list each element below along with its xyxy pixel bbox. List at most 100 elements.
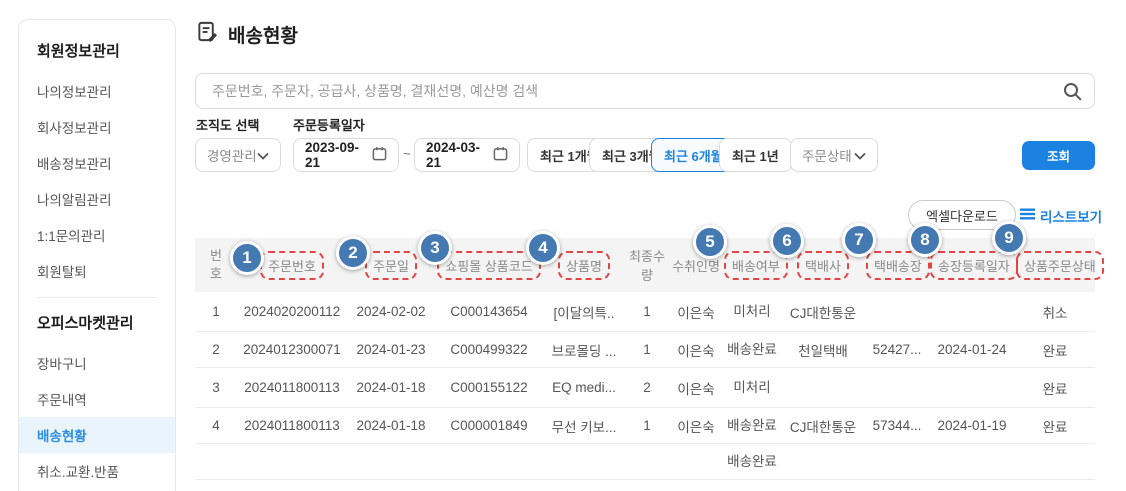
- cell-qty: 1: [625, 292, 669, 332]
- cell-tracking: 52427...: [865, 332, 929, 368]
- sidebar-item-order-history[interactable]: 주문내역: [19, 381, 175, 417]
- cell-product-code: C000143654: [435, 292, 543, 332]
- memo-icon: [196, 20, 219, 48]
- cell-tracking: [865, 444, 929, 480]
- cell-recipient: [669, 444, 723, 480]
- cell-invoice-date: 2024-01-24: [929, 332, 1015, 368]
- cell-product-code: C000001849: [435, 408, 543, 444]
- cell-no: 4: [195, 408, 237, 444]
- orders-table: 번호 주문번호 주문일 쇼핑몰 상품코드 상품명 최종수량 수취인명 배송여부 …: [195, 238, 1095, 480]
- cell-delivery-status: 미처리: [723, 292, 781, 332]
- cell-tracking: 57344...: [865, 408, 929, 444]
- sidebar-item-my-alerts[interactable]: 나의알림관리: [19, 181, 175, 217]
- cell-order-status: 완료: [1015, 408, 1095, 444]
- cell-qty: 2: [625, 368, 669, 408]
- sidebar-item-withdraw[interactable]: 회원탈퇴: [19, 253, 175, 289]
- annotation-badge-7: 7: [842, 223, 876, 257]
- date-to-value: 2024-03-21: [426, 140, 493, 170]
- table-row[interactable]: 4 2024011800113 2024-01-18 C000001849 무선…: [195, 408, 1095, 444]
- cell-courier: 천일택배: [781, 332, 865, 368]
- annotation-badge-6: 6: [770, 224, 804, 258]
- chevron-down-icon: [257, 148, 269, 163]
- cell-no: 2: [195, 332, 237, 368]
- sidebar-section-member-info: 회원정보관리: [19, 40, 175, 61]
- search-submit-button[interactable]: 조회: [1022, 141, 1095, 170]
- annotation-badge-4: 4: [526, 231, 560, 265]
- cell-order-date: 2024-01-18: [347, 368, 435, 408]
- cell-product-name: [이달의특..: [543, 292, 625, 332]
- sidebar-section-office-market: 오피스마켓관리: [19, 312, 175, 333]
- sidebar-item-my-info[interactable]: 나의정보관리: [19, 73, 175, 109]
- cell-order-status: [1015, 444, 1095, 480]
- cell-order-number: 2024012300071: [237, 332, 347, 368]
- cell-order-status: 완료: [1015, 368, 1095, 408]
- table-row[interactable]: 3 2024011800113 2024-01-18 C000155122 EQ…: [195, 368, 1095, 408]
- order-status-value: 주문상태: [802, 145, 852, 165]
- cell-order-date: 2024-01-18: [347, 408, 435, 444]
- cell-product-code: C000499322: [435, 332, 543, 368]
- cell-delivery-status: 배송완료: [723, 408, 781, 444]
- cell-product-code: [435, 444, 543, 480]
- table-row[interactable]: 2 2024012300071 2024-01-23 C000499322 브로…: [195, 332, 1095, 368]
- list-view-icon: [1020, 207, 1035, 225]
- sidebar-item-cancel-exchange-return[interactable]: 취소.교환.반품: [19, 453, 175, 489]
- cell-tracking: [865, 368, 929, 408]
- cell-no: [195, 444, 237, 480]
- cell-delivery-status: 배송완료: [723, 444, 781, 480]
- table-row-partial[interactable]: 배송완료: [195, 444, 1095, 480]
- sidebar: 회원정보관리 나의정보관리 회사정보관리 배송정보관리 나의알림관리 1:1문의…: [18, 19, 176, 491]
- cell-no: 3: [195, 368, 237, 408]
- cell-product-code: C000155122: [435, 368, 543, 408]
- search-icon[interactable]: [1063, 82, 1082, 106]
- cell-qty: [625, 444, 669, 480]
- date-range-separator: ~: [403, 146, 411, 161]
- sidebar-item-company-info[interactable]: 회사정보관리: [19, 109, 175, 145]
- cell-product-name: 무선 키보...: [543, 408, 625, 444]
- cell-product-name: 브로몰딩 ...: [543, 332, 625, 368]
- date-from-value: 2023-09-21: [305, 140, 372, 170]
- order-status-select[interactable]: 주문상태: [790, 138, 878, 172]
- col-header-order-item-status: 상품주문상태: [1015, 238, 1095, 292]
- org-select-label: 조직도 선택: [196, 115, 259, 134]
- cell-order-date: 2024-02-02: [347, 292, 435, 332]
- cell-order-date: [347, 444, 435, 480]
- sidebar-item-inquiry[interactable]: 1:1문의관리: [19, 217, 175, 253]
- date-from-field[interactable]: 2023-09-21: [293, 138, 399, 172]
- table-row[interactable]: 1 2024020200112 2024-02-02 C000143654 [이…: [195, 292, 1095, 332]
- cell-invoice-date: 2024-01-19: [929, 408, 1015, 444]
- search-input[interactable]: [195, 73, 1095, 109]
- cell-order-number: 2024011800113: [237, 368, 347, 408]
- cell-courier: [781, 368, 865, 408]
- list-view-toggle[interactable]: 리스트보기: [1020, 206, 1102, 226]
- sidebar-divider: [37, 297, 157, 298]
- org-select[interactable]: 경영관리: [195, 138, 281, 172]
- annotation-badge-9: 9: [992, 221, 1026, 255]
- annotation-badge-8: 8: [908, 223, 942, 257]
- annotation-badge-5: 5: [693, 225, 727, 259]
- cell-order-status: 완료: [1015, 332, 1095, 368]
- sidebar-item-cart[interactable]: 장바구니: [19, 345, 175, 381]
- table-header-row: 번호 주문번호 주문일 쇼핑몰 상품코드 상품명 최종수량 수취인명 배송여부 …: [195, 238, 1095, 292]
- page-title: 배송현황: [228, 21, 298, 48]
- cell-order-date: 2024-01-23: [347, 332, 435, 368]
- sidebar-item-delivery-info[interactable]: 배송정보관리: [19, 145, 175, 181]
- calendar-icon: [493, 146, 508, 164]
- date-to-field[interactable]: 2024-03-21: [414, 138, 520, 172]
- cell-tracking: [865, 292, 929, 332]
- cell-order-status: 취소: [1015, 292, 1095, 332]
- cell-no: 1: [195, 292, 237, 332]
- annotation-badge-3: 3: [418, 231, 452, 265]
- cell-product-name: EQ medi...: [543, 368, 625, 408]
- cell-delivery-status: 배송완료: [723, 332, 781, 368]
- cell-qty: 1: [625, 332, 669, 368]
- cell-recipient: 이은숙: [669, 332, 723, 368]
- cell-recipient: 이은숙: [669, 368, 723, 408]
- annotation-badge-2: 2: [336, 236, 370, 270]
- cell-qty: 1: [625, 408, 669, 444]
- calendar-icon: [372, 146, 387, 164]
- cell-order-number: 2024011800113: [237, 408, 347, 444]
- list-view-label: 리스트보기: [1040, 206, 1102, 226]
- delivery-status-page: 회원정보관리 나의정보관리 회사정보관리 배송정보관리 나의알림관리 1:1문의…: [0, 0, 1126, 491]
- quick-range-1year[interactable]: 최근 1년: [719, 138, 792, 172]
- sidebar-item-delivery-status[interactable]: 배송현황: [19, 417, 175, 453]
